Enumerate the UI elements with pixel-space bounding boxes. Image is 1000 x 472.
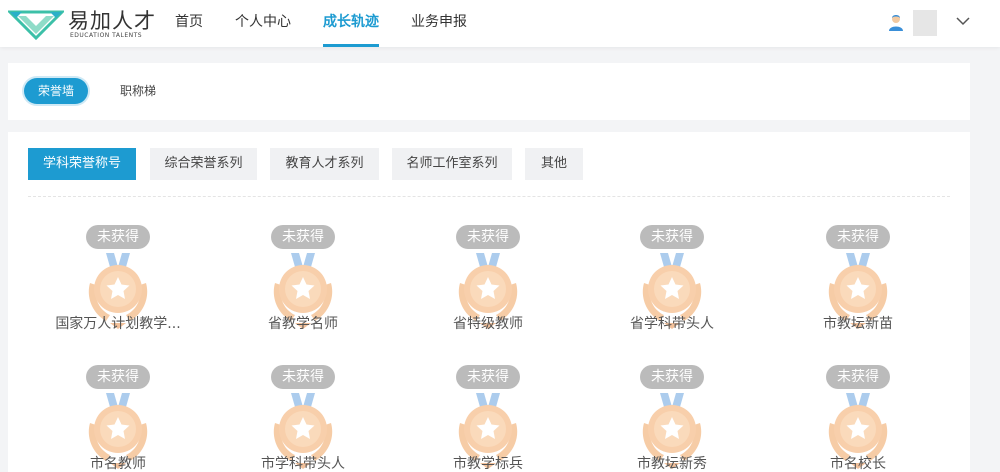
logo-title: 易加人才	[68, 9, 156, 33]
honor-name: 市名教师	[90, 456, 146, 472]
user-name-placeholder[interactable]	[913, 10, 937, 36]
honor-card[interactable]: 未获得 省教学名师	[218, 225, 388, 355]
honor-card[interactable]: 未获得 省特级教师	[403, 225, 573, 355]
logo-mark-icon	[8, 10, 64, 40]
category-general-honor[interactable]: 综合荣誉系列	[150, 148, 257, 180]
honor-name: 省学科带头人	[630, 316, 714, 332]
tab-honor-wall[interactable]: 荣誉墙	[24, 78, 88, 104]
nav-item-growth-track[interactable]: 成长轨迹	[323, 0, 379, 47]
status-badge: 未获得	[456, 225, 520, 249]
honor-name: 市学科带头人	[261, 456, 345, 472]
honor-card[interactable]: 未获得 省学科带头人	[587, 225, 757, 355]
category-subject-honor[interactable]: 学科荣誉称号	[28, 148, 136, 180]
honor-name: 市名校长	[830, 456, 886, 472]
top-navbar: 易加人才 EDUCATION TALENTS 首页 个人中心 成长轨迹 业务申报	[0, 0, 1000, 47]
honor-card[interactable]: 未获得 市学科带头人	[218, 365, 388, 472]
honor-name: 省特级教师	[453, 316, 523, 332]
nav-item-personal-center[interactable]: 个人中心	[235, 0, 291, 47]
honor-name: 市教学标兵	[453, 456, 523, 472]
honor-card[interactable]: 未获得 市教坛新苗	[773, 225, 943, 355]
honor-card[interactable]: 未获得 市名校长	[773, 365, 943, 472]
category-education-talent[interactable]: 教育人才系列	[270, 148, 379, 180]
honor-name: 市教坛新秀	[637, 456, 707, 472]
category-other[interactable]: 其他	[525, 148, 583, 180]
logo[interactable]: 易加人才 EDUCATION TALENTS	[8, 4, 155, 42]
status-badge: 未获得	[826, 225, 890, 249]
tab-title-ladder[interactable]: 职称梯	[110, 78, 166, 104]
status-badge: 未获得	[271, 365, 335, 389]
honor-card[interactable]: 未获得 市教坛新秀	[587, 365, 757, 472]
honor-card[interactable]: 未获得 市教学标兵	[403, 365, 573, 472]
category-master-studio[interactable]: 名师工作室系列	[392, 148, 512, 180]
chevron-down-icon[interactable]	[956, 16, 970, 26]
status-badge: 未获得	[456, 365, 520, 389]
logo-subtitle: EDUCATION TALENTS	[70, 32, 143, 39]
user-avatar-icon[interactable]	[887, 13, 905, 31]
status-badge: 未获得	[271, 225, 335, 249]
honor-panel: 学科荣誉称号 综合荣誉系列 教育人才系列 名师工作室系列 其他 未获得国家万人计…	[8, 132, 970, 472]
status-badge: 未获得	[640, 225, 704, 249]
main-nav: 首页 个人中心 成长轨迹 业务申报	[175, 0, 499, 47]
nav-item-business-apply[interactable]: 业务申报	[411, 0, 467, 47]
status-badge: 未获得	[826, 365, 890, 389]
honor-card[interactable]: 未获得 市名教师	[33, 365, 203, 472]
honor-name: 市教坛新苗	[823, 316, 893, 332]
sub-tab-panel: 荣誉墙 职称梯	[8, 63, 970, 120]
status-badge: 未获得	[640, 365, 704, 389]
divider	[28, 196, 950, 197]
honor-card[interactable]: 未获得国家万人计划教学...	[33, 225, 203, 355]
status-badge: 未获得	[86, 365, 150, 389]
nav-item-home[interactable]: 首页	[175, 0, 203, 47]
honor-name: 国家万人计划教学...	[55, 316, 181, 332]
honor-name: 省教学名师	[268, 316, 338, 332]
status-badge: 未获得	[86, 225, 150, 249]
